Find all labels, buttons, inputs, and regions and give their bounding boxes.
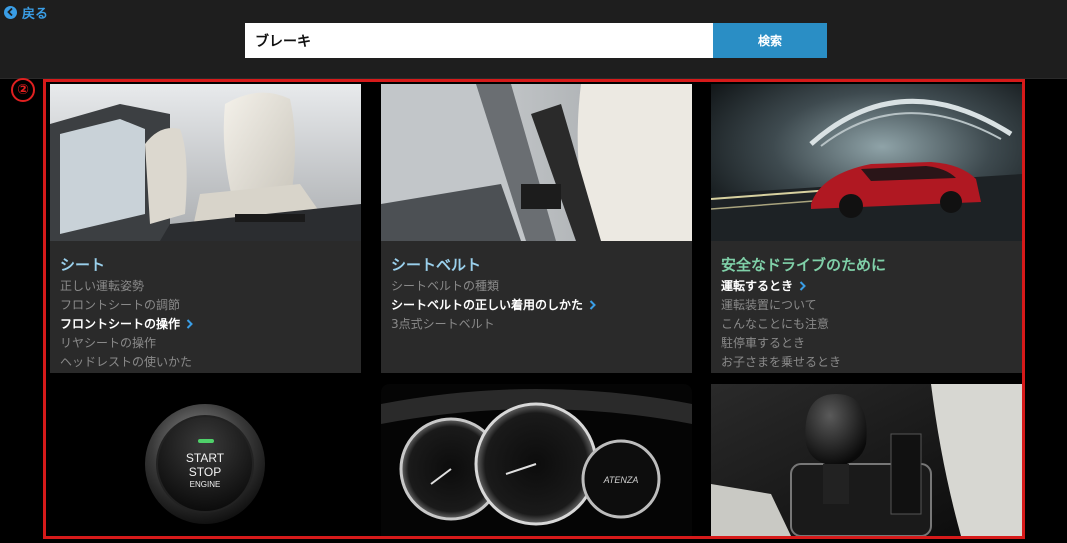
card-seatbelt[interactable]: シートベルト シートベルトの種類 シートベルトの正しい着用のしかた 3点式シート… [381, 84, 692, 373]
card-link[interactable]: 駐停車するとき [721, 334, 1014, 353]
chevron-right-icon [186, 316, 193, 335]
card-link[interactable]: リヤシートの操作 [60, 334, 353, 353]
seatbelt-image [381, 84, 692, 241]
seat-image [50, 84, 361, 241]
card-title: 安全なドライブのために [721, 256, 887, 274]
search-input[interactable] [245, 23, 713, 58]
chevron-right-icon [589, 297, 596, 316]
card-link-active[interactable]: 運転するとき [721, 277, 1014, 296]
shift-lever-image [711, 384, 1022, 536]
back-button[interactable]: 戻る [4, 4, 49, 22]
annotation-marker: ② [11, 78, 35, 102]
back-label: 戻る [22, 6, 49, 22]
back-chevron-icon [4, 5, 17, 19]
card-link-active[interactable]: シートベルトの正しい着用のしかた [391, 296, 684, 315]
card-title: シート [60, 256, 106, 274]
card-link[interactable]: 3点式シートベルト [391, 315, 684, 334]
card-title: シートベルト [391, 256, 482, 274]
start-stop-button-image: START STOP ENGINE [50, 384, 361, 536]
start-label: START [186, 451, 225, 465]
card-seat[interactable]: シート 正しい運転姿勢 フロントシートの調節 フロントシートの操作 リヤシートの… [50, 84, 361, 373]
card-link[interactable]: こんなことにも注意 [721, 315, 1014, 334]
card-safe-driving[interactable]: 安全なドライブのために 運転するとき 運転装置について こんなことにも注意 駐停… [711, 84, 1022, 373]
card-link[interactable]: フロントシートの調節 [60, 296, 353, 315]
engine-label: ENGINE [190, 480, 221, 489]
card-link[interactable]: 正しい運転姿勢 [60, 277, 353, 296]
stop-label: STOP [189, 465, 221, 479]
card-link[interactable]: お子さまを乗せるとき [721, 353, 1014, 372]
card-link[interactable]: シートベルトの種類 [391, 277, 684, 296]
gauge-cluster-image: ATENZA [381, 384, 692, 536]
car-image [711, 84, 1022, 241]
card-link[interactable]: ヘッドレストの使いかた [60, 353, 353, 372]
search-button[interactable]: 検索 [713, 23, 827, 58]
card-link-active[interactable]: フロントシートの操作 [60, 315, 353, 334]
atenza-badge: ATENZA [603, 475, 639, 485]
tile-gauge-cluster[interactable]: ATENZA [381, 384, 692, 536]
card-link[interactable]: 運転装置について [721, 296, 1014, 315]
chevron-right-icon [799, 278, 806, 297]
tile-start-stop[interactable]: START STOP ENGINE [50, 384, 361, 536]
tile-shift-lever[interactable] [711, 384, 1022, 536]
top-bar: 戻る 検索 [0, 0, 1067, 79]
